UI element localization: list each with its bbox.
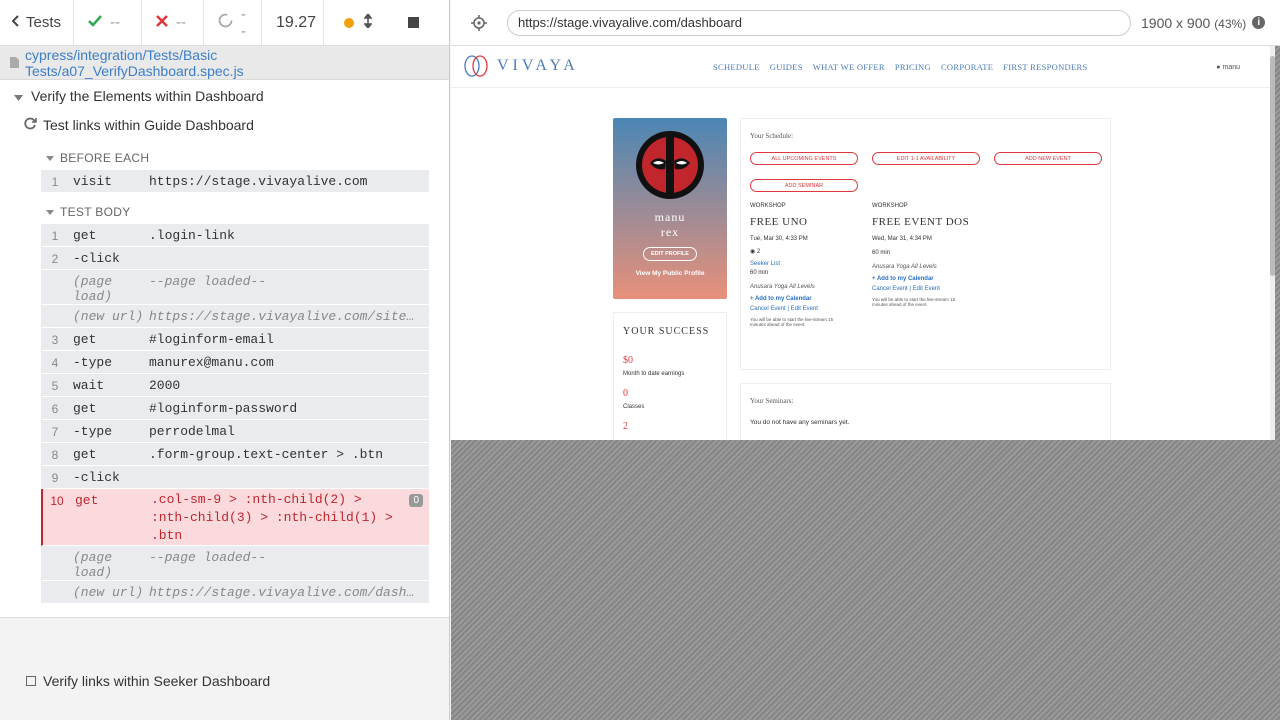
- file-icon: [10, 55, 19, 71]
- command-row-event[interactable]: (page load) --page loaded--: [41, 546, 429, 581]
- command-log-panel: Tests -- -- -- 19.27 cypress/integration…: [0, 0, 450, 720]
- avatar: [636, 131, 704, 199]
- seminars-card: Your Seminars: You do not have any semin…: [740, 383, 1111, 440]
- tests-label: Tests: [26, 14, 62, 31]
- menu-pricing[interactable]: PRICING: [895, 62, 931, 72]
- command-row[interactable]: 1 get .login-link: [41, 224, 429, 247]
- command-row[interactable]: 4 -type manurex@manu.com: [41, 351, 429, 374]
- app-under-test: VIVAYA SCHEDULE GUIDES WHAT WE OFFER PRI…: [451, 46, 1275, 440]
- attendee-count: ◉ 2: [750, 249, 761, 255]
- add-to-calendar-link[interactable]: + Add to my Calendar: [872, 276, 987, 282]
- x-icon: [156, 14, 168, 31]
- classes-value: 0: [623, 388, 628, 399]
- pending-count: --: [204, 0, 263, 46]
- all-upcoming-events-button[interactable]: ALL UPCOMING EVENTS: [750, 152, 858, 165]
- command-row-event[interactable]: (new url) https://stage.vivayalive.com/si…: [41, 305, 429, 328]
- before-each-commands: 1 visit https://stage.vivayalive.com: [41, 170, 429, 193]
- site-menu: SCHEDULE GUIDES WHAT WE OFFER PRICING CO…: [713, 62, 1087, 72]
- profile-card: manu rex EDIT PROFILE View My Public Prof…: [613, 118, 727, 299]
- earnings-label: Month to date earnings: [623, 371, 685, 377]
- command-row[interactable]: 3 get #loginform-email: [41, 328, 429, 351]
- event-card: WORKSHOP FREE EVENT DOS Wed, Mar 31, 4:3…: [872, 203, 987, 307]
- crosshair-icon: [471, 14, 487, 31]
- runner-header: Tests -- -- -- 19.27: [0, 0, 449, 46]
- earnings-value: $0: [623, 355, 633, 366]
- edit-profile-button[interactable]: EDIT PROFILE: [643, 247, 697, 261]
- tests-button[interactable]: Tests: [0, 0, 75, 46]
- test-body-hook[interactable]: TEST BODY: [46, 205, 131, 219]
- command-row[interactable]: 2 -click: [41, 247, 429, 270]
- command-row[interactable]: 6 get #loginform-password: [41, 397, 429, 420]
- menu-schedule[interactable]: SCHEDULE: [713, 62, 760, 72]
- profile-name: manu rex: [654, 210, 686, 239]
- runner-controls: [324, 0, 433, 46]
- schedule-card: Your Schedule: ALL UPCOMING EVENTS EDIT …: [740, 118, 1111, 370]
- suite-title[interactable]: Verify the Elements within Dashboard: [14, 88, 264, 104]
- user-menu[interactable]: ● manu: [1216, 64, 1240, 71]
- reporter: Verify the Elements within Dashboard Tes…: [0, 80, 449, 689]
- add-seminar-button[interactable]: ADD SEMINAR: [750, 179, 858, 192]
- checkbox-icon: [26, 676, 36, 686]
- menu-first-responders[interactable]: FIRST RESPONDERS: [1003, 62, 1087, 72]
- menu-corporate[interactable]: CORPORATE: [941, 62, 993, 72]
- command-row-event[interactable]: (new url) https://stage.vivayalive.com/da…: [41, 581, 429, 604]
- url-bar: https://stage.vivayalive.com/dashboard 1…: [451, 0, 1280, 46]
- site-navbar: VIVAYA SCHEDULE GUIDES WHAT WE OFFER PRI…: [451, 46, 1275, 88]
- aut-panel: https://stage.vivayalive.com/dashboard 1…: [451, 0, 1280, 720]
- edit-availability-button[interactable]: EDIT 1-1 AVAILABILITY: [872, 152, 980, 165]
- test-body-commands: 1 get .login-link 2 -click (page load) --pag…: [41, 224, 429, 604]
- chevron-left-icon: [11, 14, 20, 31]
- status-dot-icon: [344, 17, 355, 28]
- third-stat-value: 2: [623, 421, 628, 432]
- caret-down-icon: [14, 88, 23, 104]
- duration: 19.27: [262, 0, 325, 46]
- refresh-icon: [24, 117, 37, 133]
- spec-file-link[interactable]: cypress/integration/Tests/Basic Tests/a0…: [0, 46, 449, 80]
- check-icon: [88, 14, 102, 31]
- selector-playground-button[interactable]: [451, 14, 507, 31]
- command-row-failed[interactable]: 10 get .col-sm-9 > :nth-child(2) > :nth-ch…: [41, 489, 429, 546]
- success-card: YOUR SUCCESS $0 Month to date earnings 0…: [613, 312, 727, 440]
- info-icon[interactable]: i: [1252, 16, 1266, 29]
- command-row[interactable]: 1 visit https://stage.vivayalive.com: [41, 170, 429, 193]
- stop-icon[interactable]: [408, 17, 420, 28]
- command-row[interactable]: 8 get .form-group.text-center > .btn: [41, 443, 429, 466]
- menu-what-we-offer[interactable]: WHAT WE OFFER: [813, 62, 885, 72]
- scrollbar[interactable]: [1270, 46, 1275, 440]
- url-input[interactable]: https://stage.vivayalive.com/dashboard: [507, 9, 1131, 36]
- test-title-2[interactable]: Verify links within Seeker Dashboard: [26, 673, 270, 689]
- command-row[interactable]: 5 wait 2000: [41, 374, 429, 397]
- element-count-badge: 0: [409, 494, 423, 507]
- public-profile-link[interactable]: View My Public Profile: [636, 270, 705, 277]
- cancel-edit-event-link[interactable]: Cancel Event | Edit Event: [872, 286, 987, 292]
- command-row-event[interactable]: (page load) --page loaded--: [41, 270, 429, 305]
- scroll-toggle-icon[interactable]: [363, 12, 373, 32]
- add-to-calendar-link[interactable]: + Add to my Calendar: [750, 296, 865, 302]
- viewport-size: 1900 x 900 (43%): [1141, 14, 1247, 31]
- menu-guides[interactable]: GUIDES: [770, 62, 803, 72]
- cancel-edit-event-link[interactable]: Cancel Event | Edit Event: [750, 306, 865, 312]
- vivaya-logo[interactable]: VIVAYA: [463, 55, 579, 77]
- command-row[interactable]: 7 -type perrodelmal: [41, 420, 429, 443]
- circle-notch-icon: [218, 13, 233, 32]
- command-row[interactable]: 9 -click: [41, 466, 429, 489]
- test-title[interactable]: Test links within Guide Dashboard: [24, 117, 254, 133]
- passed-count: --: [74, 0, 143, 46]
- failed-count: --: [142, 0, 205, 46]
- add-new-event-button[interactable]: ADD NEW EVENT: [994, 152, 1102, 165]
- before-each-hook[interactable]: BEFORE EACH: [46, 151, 149, 165]
- caret-down-icon: [46, 155, 54, 161]
- seeker-list-link[interactable]: Seeker List: [750, 261, 865, 267]
- logo-mark-icon: [464, 55, 488, 77]
- caret-down-icon: [46, 209, 54, 215]
- event-card: WORKSHOP FREE UNO Tue, Mar 30, 4:33 PM ◉…: [750, 203, 865, 327]
- classes-label: Classes: [623, 404, 645, 410]
